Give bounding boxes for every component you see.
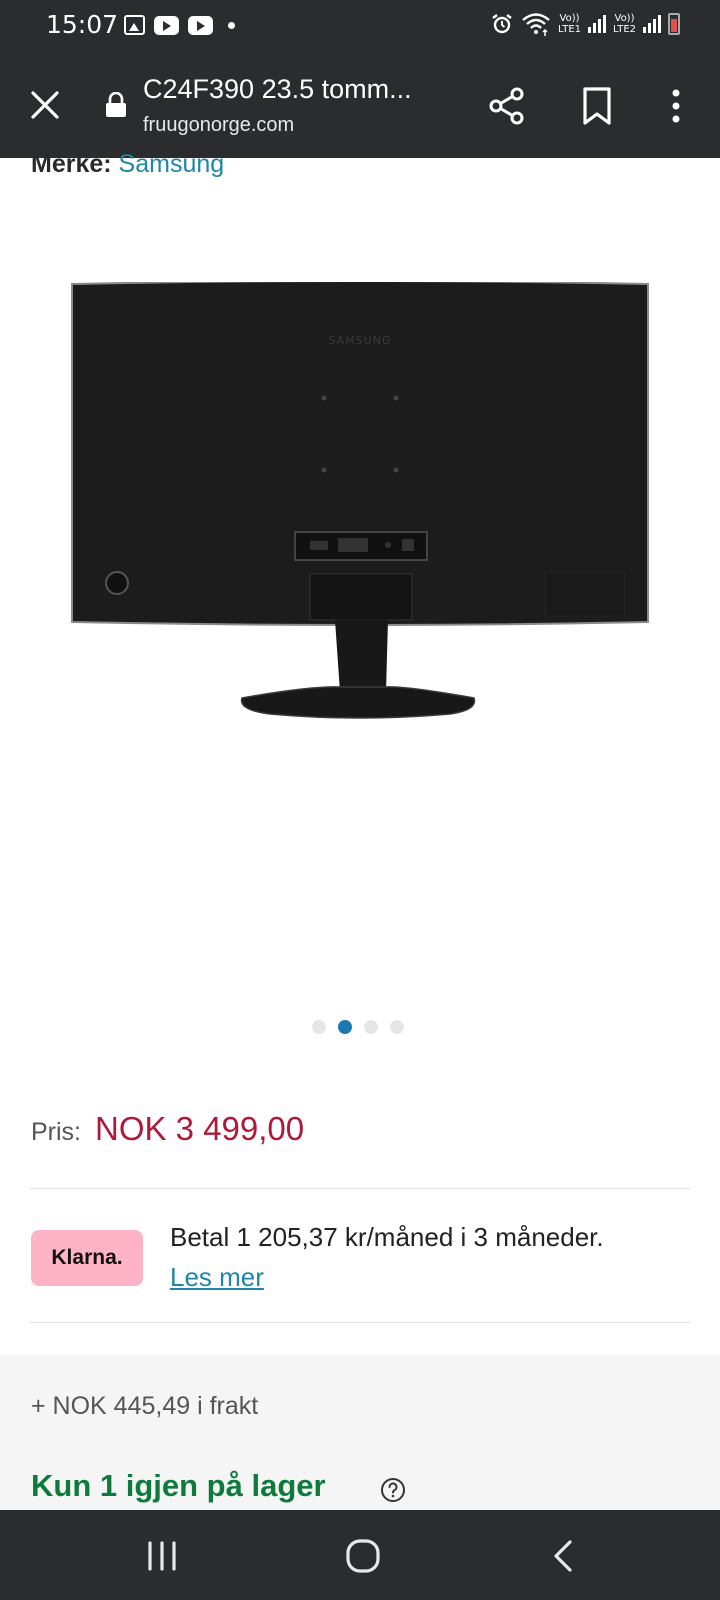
wifi-icon [522, 13, 550, 36]
browser-toolbar: C24F390 23.5 tomm... fruugonorge.com [0, 52, 720, 158]
sim2-signal-icon [643, 15, 661, 33]
divider [30, 1322, 690, 1323]
page-url[interactable]: fruugonorge.com [143, 114, 294, 137]
monitor-logo-text: SAMSUNG [329, 334, 392, 347]
carousel-dot[interactable] [364, 1020, 378, 1034]
youtube-notification-icon [154, 15, 179, 35]
status-bar: 15:07 Vo)) LTE1 Vo)) LTE2 [0, 0, 720, 52]
brand-link[interactable]: Samsung [119, 150, 225, 178]
price-row: Pris: NOK 3 499,00 [31, 1110, 304, 1148]
youtube-notification-icon [188, 15, 213, 35]
carousel-indicator [312, 1020, 404, 1034]
recent-apps-icon[interactable] [145, 1541, 179, 1571]
carousel-dot[interactable] [312, 1020, 326, 1034]
sim2-volte-label: Vo)) LTE2 [613, 13, 636, 35]
carousel-dot-active[interactable] [338, 1020, 352, 1034]
share-icon[interactable] [488, 86, 526, 126]
klarna-logo: Klarna. [31, 1230, 143, 1286]
brand-row: Merke: Samsung [31, 150, 224, 179]
product-image[interactable]: SAMSUNG [70, 282, 650, 732]
shipping-cost: + NOK 445,49 i frakt [31, 1392, 259, 1420]
price-label: Pris: [31, 1118, 81, 1146]
more-notifications-dot-icon [228, 21, 235, 29]
lock-icon [106, 92, 126, 117]
back-icon[interactable] [552, 1539, 574, 1573]
battery-icon [668, 13, 680, 35]
system-icons: Vo)) LTE1 Vo)) LTE2 [490, 11, 680, 37]
help-icon[interactable] [380, 1477, 406, 1503]
page-title[interactable]: C24F390 23.5 tomm... [143, 74, 443, 105]
sim1-volte-label: Vo)) LTE1 [558, 13, 582, 35]
system-navigation-bar [0, 1510, 720, 1600]
stock-status: Kun 1 igjen på lager [31, 1468, 326, 1503]
home-icon[interactable] [345, 1538, 381, 1574]
notification-icons [124, 15, 235, 35]
status-time: 15:07 [46, 10, 119, 39]
brand-label: Merke: [31, 150, 112, 178]
close-icon[interactable] [28, 88, 62, 122]
bookmark-icon[interactable] [580, 86, 614, 126]
carousel-dot[interactable] [390, 1020, 404, 1034]
price-value: NOK 3 499,00 [95, 1110, 305, 1147]
divider [30, 1188, 690, 1189]
sim1-signal-icon [588, 15, 607, 33]
klarna-read-more-link[interactable]: Les mer [170, 1262, 264, 1293]
klarna-installment-text: Betal 1 205,37 kr/måned i 3 måneder. [170, 1222, 604, 1252]
gallery-notification-icon [124, 15, 145, 35]
alarm-icon [492, 14, 512, 34]
more-options-icon[interactable] [666, 86, 686, 126]
